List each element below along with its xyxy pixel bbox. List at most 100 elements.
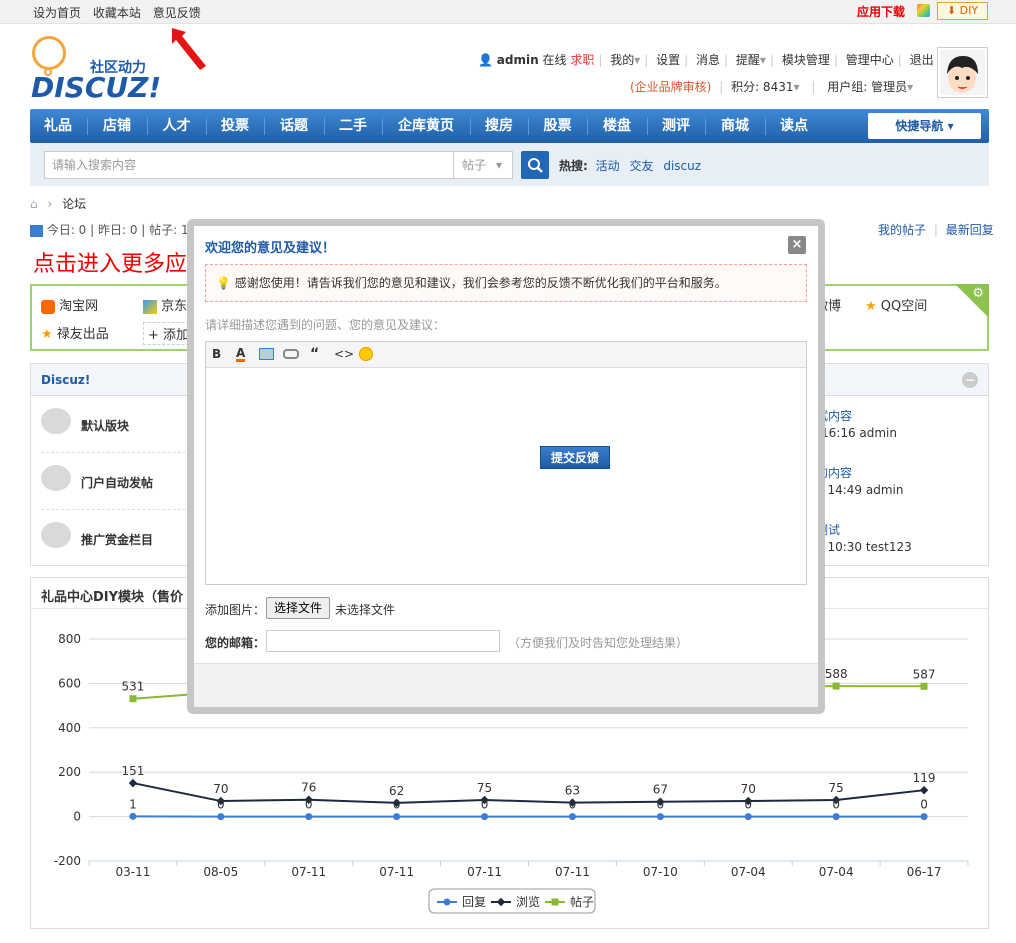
forum-name[interactable]: 默认版块	[81, 417, 129, 434]
chevron-down-icon: ▾	[495, 158, 502, 172]
nav-item-vote[interactable]: 投票	[207, 109, 263, 143]
email-field[interactable]	[266, 630, 500, 652]
avatar[interactable]	[937, 47, 988, 98]
data-label: 63	[565, 784, 580, 798]
forum-latest-meta: 16:16 admin	[821, 426, 897, 440]
app-grid-icon[interactable]	[917, 4, 930, 17]
quick-nav-button[interactable]: 快捷导航 ▾	[868, 113, 981, 139]
legend-marker	[551, 898, 559, 906]
set-homepage-link[interactable]: 设为首页	[33, 6, 81, 20]
search-type-select[interactable]: 帖子 ▾	[453, 151, 513, 179]
nav-item-shop[interactable]: 店铺	[88, 109, 146, 143]
data-label: 151	[121, 764, 144, 778]
data-point	[393, 813, 401, 821]
promo-banner-text[interactable]: 点击进入更多应	[33, 246, 187, 278]
submit-feedback-button[interactable]: 提交反馈	[540, 446, 610, 469]
job-link[interactable]: 求职	[570, 53, 594, 67]
emoji-icon[interactable]	[359, 347, 373, 361]
nav-item-gift[interactable]: 礼品	[30, 109, 86, 143]
data-label: 75	[477, 781, 492, 795]
points-menu[interactable]: 积分: 8431	[731, 80, 793, 94]
taobao-link[interactable]: 淘宝网	[41, 295, 98, 314]
code-icon[interactable]: <>	[334, 347, 354, 361]
logo[interactable]: DISCUZ!	[31, 71, 161, 104]
nav-item-secondhand[interactable]: 二手	[325, 109, 381, 143]
x-tick-label: 03-11	[116, 865, 151, 879]
data-point	[305, 813, 313, 821]
nav-item-yellowpages[interactable]: 企库黄页	[383, 109, 469, 143]
nav-item-read[interactable]: 读点	[766, 109, 822, 143]
stats-text: 今日: 0 | 昨日: 0 | 帖子: 1...	[46, 223, 201, 237]
feedback-editor[interactable]: B A “ <>	[205, 341, 807, 585]
reminder-menu[interactable]: 提醒	[736, 53, 760, 67]
close-icon[interactable]: ×	[788, 236, 806, 254]
data-label: 70	[741, 782, 756, 796]
collapse-icon[interactable]: −	[962, 372, 978, 388]
data-label: 588	[825, 667, 848, 681]
feedback-link[interactable]: 意见反馈	[153, 6, 201, 20]
nav-item-stock[interactable]: 股票	[529, 109, 586, 143]
y-tick-label: 400	[58, 721, 81, 735]
my-menu[interactable]: 我的	[610, 53, 634, 67]
latest-replies-link[interactable]: 最新回复	[946, 223, 994, 237]
forum-stats: 今日: 0 | 昨日: 0 | 帖子: 1...	[30, 221, 200, 238]
admin-center-link[interactable]: 管理中心	[846, 53, 894, 67]
data-point	[217, 813, 225, 821]
link-icon[interactable]	[283, 349, 299, 359]
logout-link[interactable]: 退出	[910, 53, 934, 67]
nav-item-review[interactable]: 测评	[648, 109, 704, 143]
bookmark-link[interactable]: 收藏本站	[93, 6, 141, 20]
data-label: 0	[481, 798, 489, 812]
user-bar: 👤 admin 在线 求职 | 我的▾ | 设置 | 消息 | 提醒▾ | 模块管理 | 管…	[478, 53, 934, 67]
usergroup-menu[interactable]: 用户组: 管理员	[827, 80, 907, 94]
hot-search: 热搜: 活动 交友 discuz	[559, 157, 707, 174]
my-posts-link[interactable]: 我的帖子	[878, 223, 926, 237]
gear-icon[interactable]: ⚙	[972, 286, 984, 301]
diy-button[interactable]: ⬇ DIY	[937, 2, 988, 20]
x-tick-label: 07-11	[555, 865, 590, 879]
add-image-label: 添加图片：	[205, 603, 266, 617]
image-icon[interactable]	[259, 348, 274, 360]
home-icon[interactable]: ⌂	[30, 197, 38, 211]
font-color-icon[interactable]: A	[236, 347, 246, 362]
dialog-hint: 请详细描述您遇到的问题、您的意见及建议：	[205, 318, 446, 332]
search-button[interactable]	[521, 151, 549, 179]
app-download-link[interactable]: 应用下载	[857, 3, 905, 20]
forum-name[interactable]: 推广赏金栏目	[81, 531, 153, 548]
data-label: 1	[129, 797, 137, 811]
nav-item-property[interactable]: 楼盘	[588, 109, 646, 143]
forum-name[interactable]: 门户自动发帖	[81, 474, 153, 491]
jd-link[interactable]: 京东	[143, 295, 187, 314]
hot-search-item[interactable]: 活动	[596, 159, 620, 173]
settings-link[interactable]: 设置	[656, 53, 680, 67]
username-link[interactable]: admin	[497, 53, 539, 67]
nav-item-topic[interactable]: 话题	[265, 109, 323, 143]
messages-link[interactable]: 消息	[696, 53, 720, 67]
hot-search-item[interactable]: 交友	[629, 159, 653, 173]
x-tick-label: 07-11	[467, 865, 502, 879]
search-input[interactable]: 请输入搜索内容	[44, 151, 454, 179]
nav-item-mall[interactable]: 商城	[706, 109, 764, 143]
data-point	[832, 682, 840, 690]
jd-icon	[143, 299, 157, 314]
luyou-link[interactable]: ★ 禄友出品	[41, 323, 109, 342]
lightbulb-icon: 💡	[216, 276, 231, 290]
star-icon: ★	[41, 327, 53, 342]
feedback-dialog: 欢迎您的意见及建议！ × 💡 感谢您使用！请告诉我们您的意见和建议，我们会参考您…	[194, 226, 818, 707]
hot-search-item[interactable]: discuz	[663, 159, 701, 173]
nav-item-house[interactable]: 搜房	[471, 109, 527, 143]
avatar-image	[940, 50, 985, 95]
breadcrumb-current[interactable]: 论坛	[62, 197, 86, 211]
quote-icon[interactable]: “	[310, 346, 319, 362]
dialog-notice: 💡 感谢您使用！请告诉我们您的意见和建议，我们会参考您的反馈不断优化我们的平台和…	[205, 264, 807, 302]
nav-item-talent[interactable]: 人才	[148, 109, 205, 143]
choose-file-button[interactable]: 选择文件	[266, 597, 330, 619]
brand-review-link[interactable]: (企业品牌审核)	[630, 80, 711, 94]
online-status[interactable]: 在线	[542, 53, 566, 67]
bold-icon[interactable]: B	[212, 347, 221, 361]
y-tick-label: -200	[54, 854, 81, 868]
module-manage-link[interactable]: 模块管理	[782, 53, 830, 67]
qzone-link[interactable]: ★ QQ空间	[865, 295, 927, 314]
forum-bubble-icon	[41, 522, 71, 548]
data-label: 119	[913, 771, 936, 785]
